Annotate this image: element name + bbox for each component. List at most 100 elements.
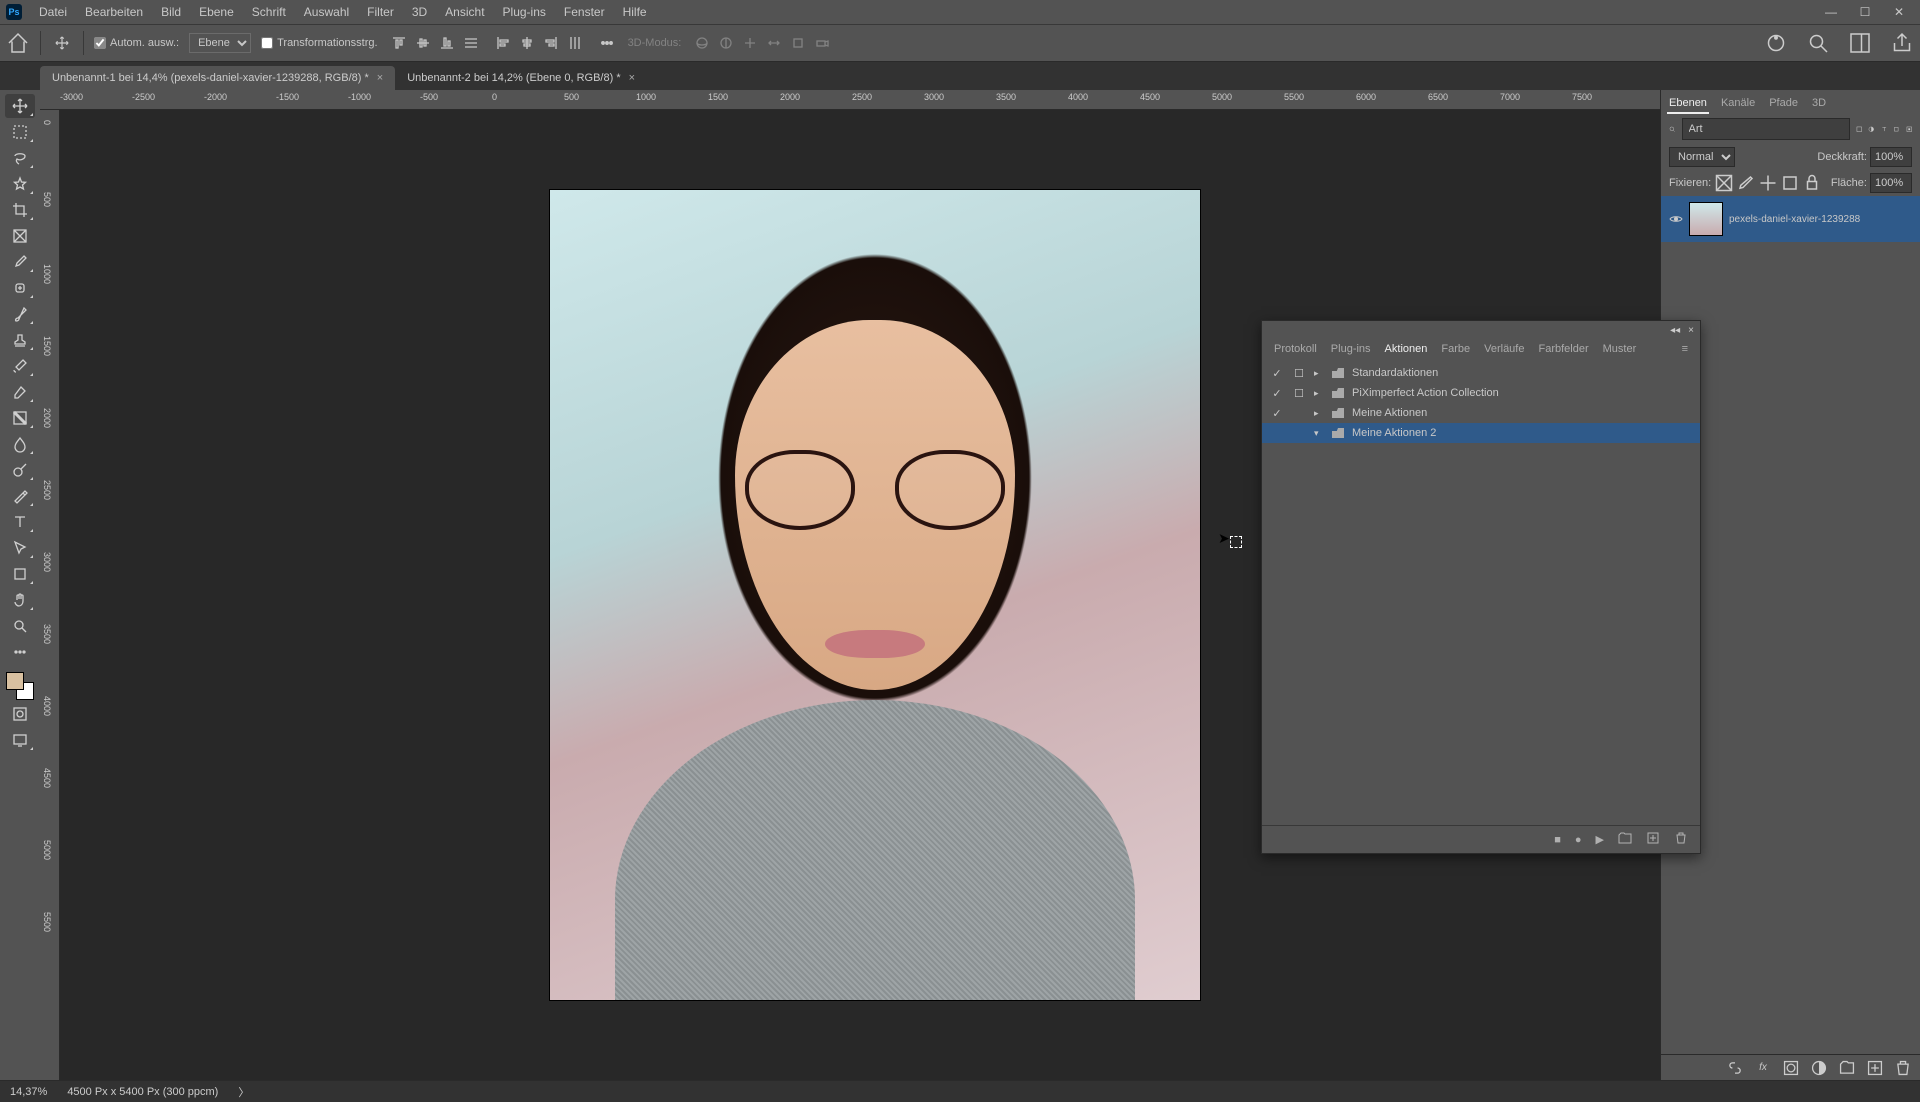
doc-tab-2-close[interactable]: × bbox=[629, 72, 635, 84]
collapse-icon[interactable]: ◂◂ bbox=[1670, 325, 1680, 336]
lock-artboard-icon[interactable] bbox=[1781, 174, 1799, 192]
filter-shape-icon[interactable] bbox=[1893, 120, 1900, 138]
distribute-v-icon[interactable] bbox=[460, 32, 482, 54]
action-expand-3[interactable]: ▾ bbox=[1314, 428, 1324, 439]
tab-verlaeufe[interactable]: Verläufe bbox=[1484, 341, 1524, 357]
new-action-icon[interactable] bbox=[1646, 831, 1660, 848]
align-vcenter-icon[interactable] bbox=[412, 32, 434, 54]
opacity-input[interactable] bbox=[1870, 147, 1912, 167]
menu-bild[interactable]: Bild bbox=[152, 5, 190, 19]
menu-schrift[interactable]: Schrift bbox=[243, 5, 295, 19]
screen-mode-icon[interactable] bbox=[5, 728, 35, 752]
action-dialog-1[interactable]: ☐ bbox=[1292, 387, 1306, 400]
window-maximize[interactable]: ☐ bbox=[1850, 2, 1880, 22]
action-toggle-1[interactable]: ✓ bbox=[1270, 387, 1284, 400]
action-set-2[interactable]: ✓▸Meine Aktionen bbox=[1262, 403, 1700, 423]
frame-tool[interactable] bbox=[5, 224, 35, 248]
type-tool[interactable] bbox=[5, 510, 35, 534]
link-layers-icon[interactable] bbox=[1726, 1059, 1744, 1077]
crop-tool[interactable] bbox=[5, 198, 35, 222]
delete-layer-icon[interactable] bbox=[1894, 1059, 1912, 1077]
doc-tab-2[interactable]: Unbenannt-2 bei 14,2% (Ebene 0, RGB/8) *… bbox=[395, 66, 647, 90]
align-top-icon[interactable] bbox=[388, 32, 410, 54]
menu-hilfe[interactable]: Hilfe bbox=[614, 5, 656, 19]
lock-paint-icon[interactable] bbox=[1737, 174, 1755, 192]
layer-filter-input[interactable] bbox=[1682, 118, 1850, 140]
pen-tool[interactable] bbox=[5, 484, 35, 508]
record-icon[interactable]: ● bbox=[1575, 834, 1582, 846]
action-expand-1[interactable]: ▸ bbox=[1314, 388, 1324, 399]
tab-kanaele[interactable]: Kanäle bbox=[1719, 94, 1757, 114]
tab-aktionen[interactable]: Aktionen bbox=[1385, 341, 1428, 357]
tab-pfade[interactable]: Pfade bbox=[1767, 94, 1800, 114]
adjustment-layer-icon[interactable] bbox=[1810, 1059, 1828, 1077]
tab-plugins[interactable]: Plug-ins bbox=[1331, 341, 1371, 357]
actions-panel[interactable]: ◂◂ × Protokoll Plug-ins Aktionen Farbe V… bbox=[1261, 320, 1701, 854]
layer-row[interactable]: pexels-daniel-xavier-1239288 bbox=[1661, 196, 1920, 242]
layer-thumbnail[interactable] bbox=[1689, 202, 1723, 236]
align-bottom-icon[interactable] bbox=[436, 32, 458, 54]
doc-info[interactable]: 4500 Px x 5400 Px (300 ppcm) bbox=[67, 1086, 218, 1098]
visibility-eye-icon[interactable] bbox=[1669, 212, 1683, 226]
filter-type-icon[interactable] bbox=[1881, 120, 1888, 138]
more-options-icon[interactable] bbox=[596, 32, 618, 54]
healing-tool[interactable] bbox=[5, 276, 35, 300]
gradient-tool[interactable] bbox=[5, 406, 35, 430]
menu-datei[interactable]: Datei bbox=[30, 5, 76, 19]
workspace-icon[interactable] bbox=[1848, 31, 1872, 55]
play-icon[interactable]: ▶ bbox=[1596, 833, 1604, 846]
home-button[interactable] bbox=[6, 31, 30, 55]
zoom-tool[interactable] bbox=[5, 614, 35, 638]
artboard-image[interactable] bbox=[550, 190, 1200, 1000]
tab-muster[interactable]: Muster bbox=[1603, 341, 1637, 357]
menu-bearbeiten[interactable]: Bearbeiten bbox=[76, 5, 152, 19]
new-layer-icon[interactable] bbox=[1866, 1059, 1884, 1077]
eraser-tool[interactable] bbox=[5, 380, 35, 404]
align-left-icon[interactable] bbox=[492, 32, 514, 54]
tab-3d[interactable]: 3D bbox=[1810, 94, 1828, 114]
layer-fx-icon[interactable]: fx bbox=[1754, 1059, 1772, 1077]
action-set-1[interactable]: ✓☐▸PiXimperfect Action Collection bbox=[1262, 383, 1700, 403]
path-select-tool[interactable] bbox=[5, 536, 35, 560]
marquee-tool[interactable] bbox=[5, 120, 35, 144]
zoom-level[interactable]: 14,37% bbox=[10, 1086, 47, 1098]
blur-tool[interactable] bbox=[5, 432, 35, 456]
eyedropper-tool[interactable] bbox=[5, 250, 35, 274]
edit-toolbar-icon[interactable] bbox=[5, 640, 35, 664]
menu-fenster[interactable]: Fenster bbox=[555, 5, 614, 19]
delete-action-icon[interactable] bbox=[1674, 831, 1688, 848]
cloud-docs-icon[interactable] bbox=[1764, 31, 1788, 55]
blend-mode-select[interactable]: Normal bbox=[1669, 147, 1735, 167]
tab-ebenen[interactable]: Ebenen bbox=[1667, 94, 1709, 114]
panel-close-icon[interactable]: × bbox=[1688, 325, 1694, 336]
menu-ebene[interactable]: Ebene bbox=[190, 5, 243, 19]
quick-select-tool[interactable] bbox=[5, 172, 35, 196]
auto-select-dropdown[interactable]: Ebene bbox=[189, 33, 251, 53]
doc-tab-1[interactable]: Unbenannt-1 bei 14,4% (pexels-daniel-xav… bbox=[40, 66, 395, 90]
doc-info-expand-icon[interactable]: 〉 bbox=[238, 1084, 249, 1100]
action-dialog-0[interactable]: ☐ bbox=[1292, 367, 1306, 380]
menu-filter[interactable]: Filter bbox=[358, 5, 403, 19]
tab-farbe[interactable]: Farbe bbox=[1441, 341, 1470, 357]
color-swatches[interactable] bbox=[6, 672, 34, 700]
lock-all-icon[interactable] bbox=[1803, 174, 1821, 192]
window-minimize[interactable]: — bbox=[1816, 2, 1846, 22]
filter-smart-icon[interactable] bbox=[1906, 120, 1913, 138]
history-brush-tool[interactable] bbox=[5, 354, 35, 378]
stop-icon[interactable]: ■ bbox=[1554, 834, 1561, 846]
menu-3d[interactable]: 3D bbox=[403, 5, 436, 19]
distribute-h-icon[interactable] bbox=[564, 32, 586, 54]
action-set-3[interactable]: ▾Meine Aktionen 2 bbox=[1262, 423, 1700, 443]
lasso-tool[interactable] bbox=[5, 146, 35, 170]
share-icon[interactable] bbox=[1890, 31, 1914, 55]
doc-tab-1-close[interactable]: × bbox=[377, 72, 383, 84]
brush-tool[interactable] bbox=[5, 302, 35, 326]
action-set-0[interactable]: ✓☐▸Standardaktionen bbox=[1262, 363, 1700, 383]
action-toggle-0[interactable]: ✓ bbox=[1270, 367, 1284, 380]
align-right-icon[interactable] bbox=[540, 32, 562, 54]
shape-tool[interactable] bbox=[5, 562, 35, 586]
tab-protokoll[interactable]: Protokoll bbox=[1274, 341, 1317, 357]
window-close[interactable]: ✕ bbox=[1884, 2, 1914, 22]
hand-tool[interactable] bbox=[5, 588, 35, 612]
auto-select-check[interactable]: Autom. ausw.: bbox=[94, 37, 179, 49]
